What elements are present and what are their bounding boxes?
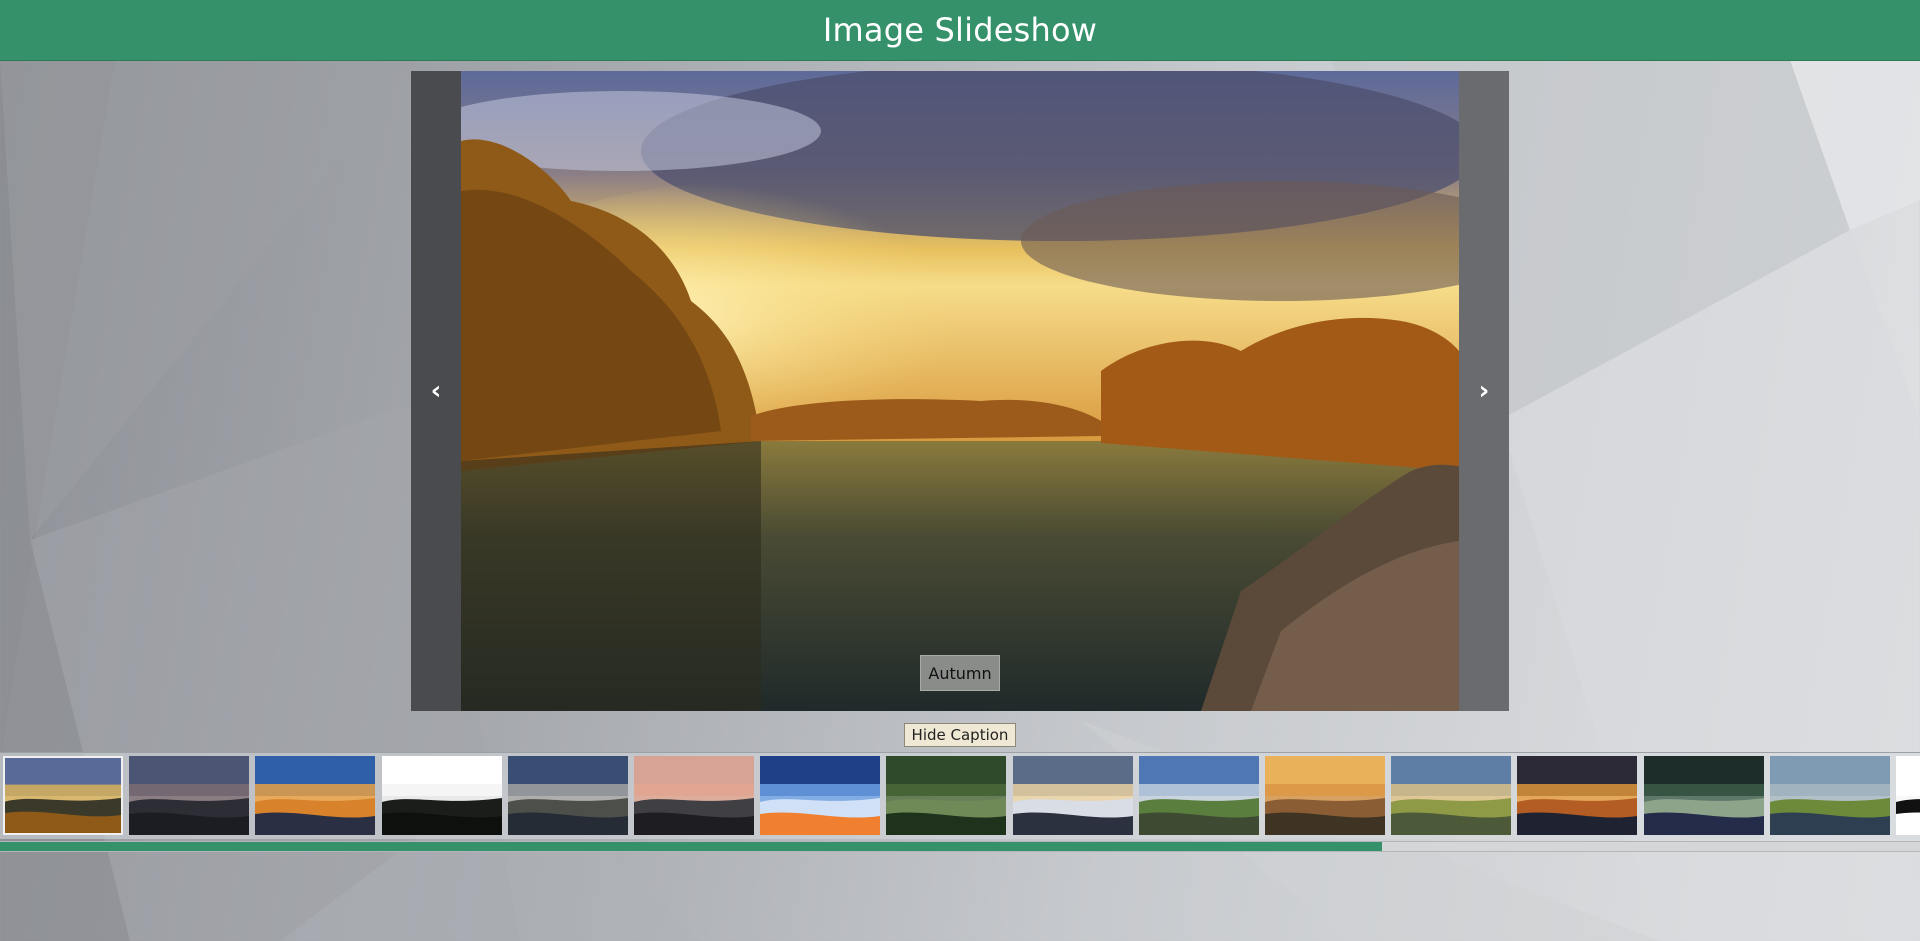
page-title: Image Slideshow xyxy=(822,11,1098,49)
thumb-sea-cliff[interactable] xyxy=(1769,756,1890,835)
thumbnail-image xyxy=(1138,756,1259,835)
thumbnail-image xyxy=(886,756,1007,835)
thumbnail-image xyxy=(760,756,881,835)
thumbnail-strip[interactable] xyxy=(0,752,1920,839)
thumb-pink-horizon[interactable] xyxy=(634,756,754,835)
thumbnail-image xyxy=(1517,756,1638,835)
thumbnail-image xyxy=(1012,756,1133,835)
thumb-coastal-cliff[interactable] xyxy=(1391,756,1512,835)
thumb-streaked-clouds[interactable] xyxy=(760,756,881,835)
thumbnail-image xyxy=(1896,756,1920,835)
thumbnail-image xyxy=(381,756,502,835)
prev-slide-button[interactable]: ‹ xyxy=(411,71,461,711)
thumb-blue-orange-sunset[interactable] xyxy=(255,756,376,835)
thumbnail-image xyxy=(1265,756,1385,835)
thumb-green-forest[interactable] xyxy=(886,756,1007,835)
thumbnail-image xyxy=(1769,756,1890,835)
slideshow-progress-bar xyxy=(0,841,1920,852)
thumbnail-image xyxy=(1391,756,1512,835)
app-header: Image Slideshow xyxy=(0,0,1920,61)
chevron-left-icon: ‹ xyxy=(430,376,442,406)
next-slide-button[interactable]: › xyxy=(1459,71,1509,711)
thumbnail-image xyxy=(1643,756,1764,835)
thumbnail-image xyxy=(5,758,121,833)
thumb-white-sky-trees[interactable] xyxy=(381,756,502,835)
thumbnail-image xyxy=(129,756,250,835)
thumb-sunset-lake[interactable] xyxy=(1517,756,1638,835)
hide-caption-button[interactable]: Hide Caption xyxy=(904,723,1016,747)
chevron-right-icon: › xyxy=(1478,376,1490,406)
slide-caption: Autumn xyxy=(920,655,1000,691)
thumb-partial-white[interactable] xyxy=(1896,756,1920,835)
thumb-forest-road[interactable] xyxy=(1643,756,1764,835)
thumb-mountain-dusk[interactable] xyxy=(507,756,628,835)
thumbnail-image xyxy=(255,756,376,835)
slideshow-progress-fill xyxy=(0,842,1383,851)
thumb-tree-silhouette-lake[interactable] xyxy=(129,756,250,835)
thumb-lone-tree-hill[interactable] xyxy=(1138,756,1259,835)
thumbnail-image xyxy=(507,756,628,835)
slide-viewer: ‹ › xyxy=(411,71,1509,711)
main-slide-image xyxy=(461,71,1459,711)
thumb-misty-orange-forest[interactable] xyxy=(1265,756,1385,835)
thumb-autumn-river[interactable] xyxy=(3,756,123,835)
thumbnail-image xyxy=(634,756,754,835)
thumb-cloud-mountains[interactable] xyxy=(1012,756,1133,835)
